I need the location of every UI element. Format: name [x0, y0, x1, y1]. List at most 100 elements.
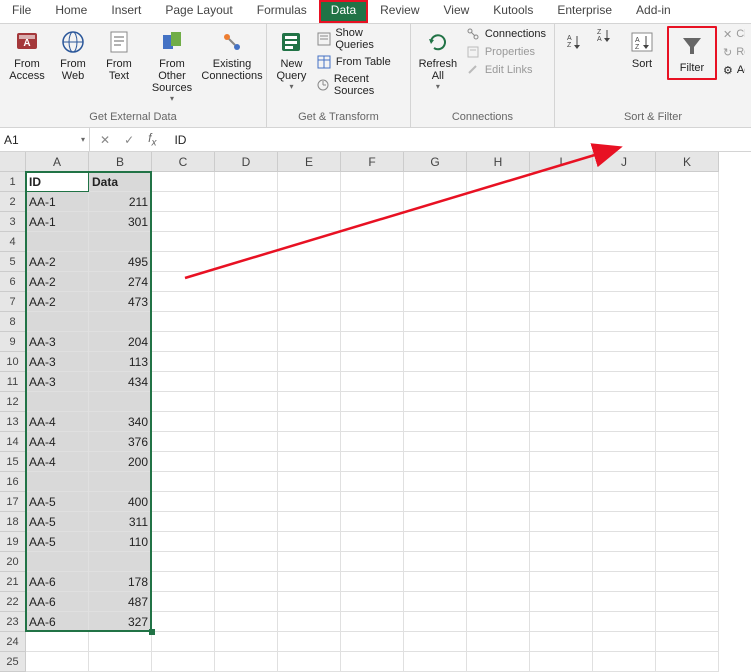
formula-input[interactable]: ID: [166, 128, 751, 151]
column-header[interactable]: B: [89, 152, 152, 172]
cell[interactable]: [278, 192, 341, 212]
cell[interactable]: [404, 212, 467, 232]
cell[interactable]: [467, 272, 530, 292]
cell[interactable]: [467, 332, 530, 352]
cell[interactable]: AA-2: [26, 272, 89, 292]
cell[interactable]: [278, 372, 341, 392]
cell[interactable]: [404, 232, 467, 252]
cell[interactable]: [26, 632, 89, 652]
cell[interactable]: [404, 372, 467, 392]
cell[interactable]: [341, 652, 404, 672]
cell[interactable]: [530, 332, 593, 352]
cell[interactable]: [278, 352, 341, 372]
sort-button[interactable]: AZ Sort: [621, 26, 663, 72]
cell[interactable]: [467, 312, 530, 332]
column-header[interactable]: G: [404, 152, 467, 172]
advanced-filter-button[interactable]: ⚙Ad: [721, 62, 745, 78]
cell[interactable]: [404, 612, 467, 632]
cell[interactable]: [341, 332, 404, 352]
cell[interactable]: [656, 592, 719, 612]
tab-view[interactable]: View: [432, 0, 482, 23]
row-header[interactable]: 19: [0, 532, 26, 552]
row-header[interactable]: 1: [0, 172, 26, 192]
row-header[interactable]: 18: [0, 512, 26, 532]
row-header[interactable]: 4: [0, 232, 26, 252]
cell[interactable]: [152, 652, 215, 672]
cell[interactable]: [467, 232, 530, 252]
cell[interactable]: [593, 492, 656, 512]
row-header[interactable]: 24: [0, 632, 26, 652]
cell[interactable]: 473: [89, 292, 152, 312]
cell[interactable]: [215, 212, 278, 232]
connections-button[interactable]: Connections: [463, 26, 548, 42]
cell[interactable]: [152, 212, 215, 232]
cell[interactable]: [89, 312, 152, 332]
cell[interactable]: [467, 572, 530, 592]
tab-file[interactable]: File: [0, 0, 43, 23]
cell[interactable]: [656, 652, 719, 672]
cell[interactable]: [278, 552, 341, 572]
column-header[interactable]: J: [593, 152, 656, 172]
cell[interactable]: 487: [89, 592, 152, 612]
cell[interactable]: [656, 252, 719, 272]
cell[interactable]: [467, 492, 530, 512]
cell[interactable]: 327: [89, 612, 152, 632]
cell[interactable]: [215, 552, 278, 572]
cell[interactable]: [656, 232, 719, 252]
cell[interactable]: [656, 412, 719, 432]
cell[interactable]: [341, 372, 404, 392]
cell[interactable]: [215, 392, 278, 412]
cell[interactable]: 400: [89, 492, 152, 512]
select-all-corner[interactable]: [0, 152, 26, 172]
cell[interactable]: [152, 452, 215, 472]
clear-filter-button[interactable]: ✕Cle: [721, 26, 745, 42]
cell[interactable]: [215, 292, 278, 312]
cell[interactable]: [341, 432, 404, 452]
cell[interactable]: [215, 352, 278, 372]
cell[interactable]: [215, 632, 278, 652]
cell[interactable]: [341, 292, 404, 312]
cell[interactable]: [467, 512, 530, 532]
cell[interactable]: AA-1: [26, 192, 89, 212]
cell[interactable]: [593, 532, 656, 552]
cell[interactable]: [530, 292, 593, 312]
cell[interactable]: [341, 512, 404, 532]
reapply-button[interactable]: ↻Rea: [721, 44, 745, 60]
cell[interactable]: [26, 312, 89, 332]
cell[interactable]: [530, 552, 593, 572]
cell[interactable]: AA-4: [26, 412, 89, 432]
cell[interactable]: 376: [89, 432, 152, 452]
cell[interactable]: [593, 232, 656, 252]
tab-review[interactable]: Review: [368, 0, 431, 23]
cell[interactable]: [278, 272, 341, 292]
cell[interactable]: [152, 332, 215, 352]
cell[interactable]: [26, 552, 89, 572]
cell[interactable]: [341, 452, 404, 472]
cell[interactable]: [530, 252, 593, 272]
cells-area[interactable]: IDDataAA-1211AA-1301AA-2495AA-2274AA-247…: [26, 172, 719, 672]
row-header[interactable]: 8: [0, 312, 26, 332]
cell[interactable]: 340: [89, 412, 152, 432]
row-header[interactable]: 25: [0, 652, 26, 672]
cell[interactable]: [530, 632, 593, 652]
cell[interactable]: [404, 432, 467, 452]
cell[interactable]: 311: [89, 512, 152, 532]
cell[interactable]: [530, 572, 593, 592]
cell[interactable]: [89, 392, 152, 412]
cell[interactable]: AA-6: [26, 612, 89, 632]
cell[interactable]: [593, 632, 656, 652]
cell[interactable]: [593, 472, 656, 492]
cell[interactable]: [467, 632, 530, 652]
cell[interactable]: [593, 412, 656, 432]
cell[interactable]: [467, 392, 530, 412]
show-queries-button[interactable]: Show Queries: [314, 26, 404, 52]
cell[interactable]: AA-2: [26, 292, 89, 312]
cell[interactable]: [530, 192, 593, 212]
cell[interactable]: [656, 512, 719, 532]
cell[interactable]: [278, 512, 341, 532]
tab-data[interactable]: Data: [319, 0, 368, 23]
cell[interactable]: AA-5: [26, 532, 89, 552]
cell[interactable]: [467, 532, 530, 552]
cell[interactable]: [278, 632, 341, 652]
row-header[interactable]: 16: [0, 472, 26, 492]
